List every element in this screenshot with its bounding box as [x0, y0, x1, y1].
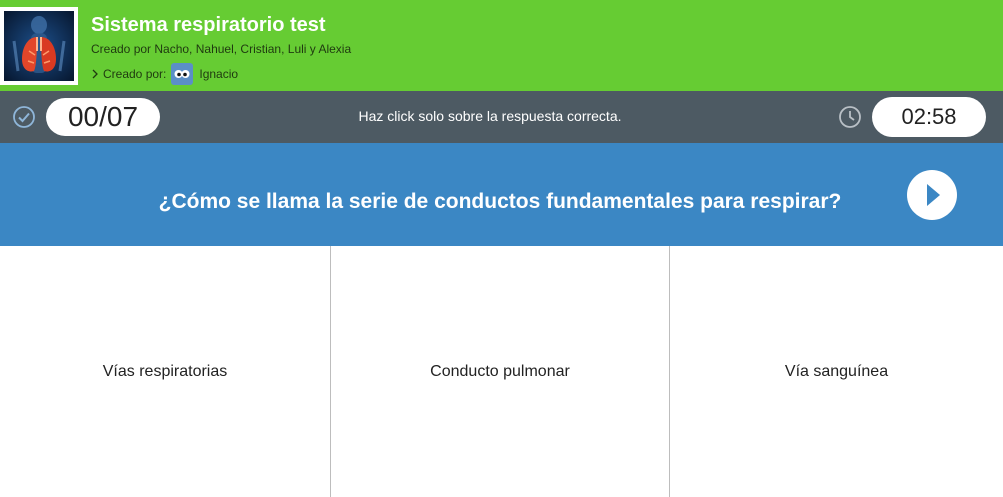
play-icon	[927, 184, 940, 206]
check-circle-icon	[13, 106, 35, 128]
quiz-header: Sistema respiratorio test Creado por Nac…	[0, 0, 1003, 91]
next-question-button[interactable]	[907, 170, 957, 220]
score-counter: 00/07	[46, 98, 160, 136]
lungs-image	[4, 11, 74, 81]
creator-label: Creado por:	[103, 67, 167, 81]
quiz-thumbnail	[0, 7, 78, 85]
timer-display: 02:58	[872, 97, 986, 137]
chevron-right-icon	[92, 69, 98, 79]
answer-options: Vías respiratorias Conducto pulmonar Vía…	[0, 246, 1003, 497]
status-bar: 00/07 Haz click solo sobre la respuesta …	[0, 91, 1003, 143]
question-panel: ¿Cómo se llama la serie de conductos fun…	[0, 143, 1003, 246]
quiz-subtitle: Creado por Nacho, Nahuel, Cristian, Luli…	[91, 42, 352, 56]
question-text: ¿Cómo se llama la serie de conductos fun…	[158, 190, 842, 213]
clock-icon	[839, 106, 861, 128]
answer-option-1[interactable]: Vías respiratorias	[0, 246, 330, 497]
quiz-title: Sistema respiratorio test	[91, 14, 326, 36]
creator-avatar	[171, 63, 194, 85]
creator-name[interactable]: Ignacio	[199, 67, 238, 81]
instruction-text: Haz click solo sobre la respuesta correc…	[358, 108, 622, 124]
creator-info[interactable]: Creado por: Ignacio	[90, 63, 238, 85]
answer-option-2[interactable]: Conducto pulmonar	[331, 246, 669, 497]
answer-option-3[interactable]: Vía sanguínea	[670, 246, 1003, 497]
